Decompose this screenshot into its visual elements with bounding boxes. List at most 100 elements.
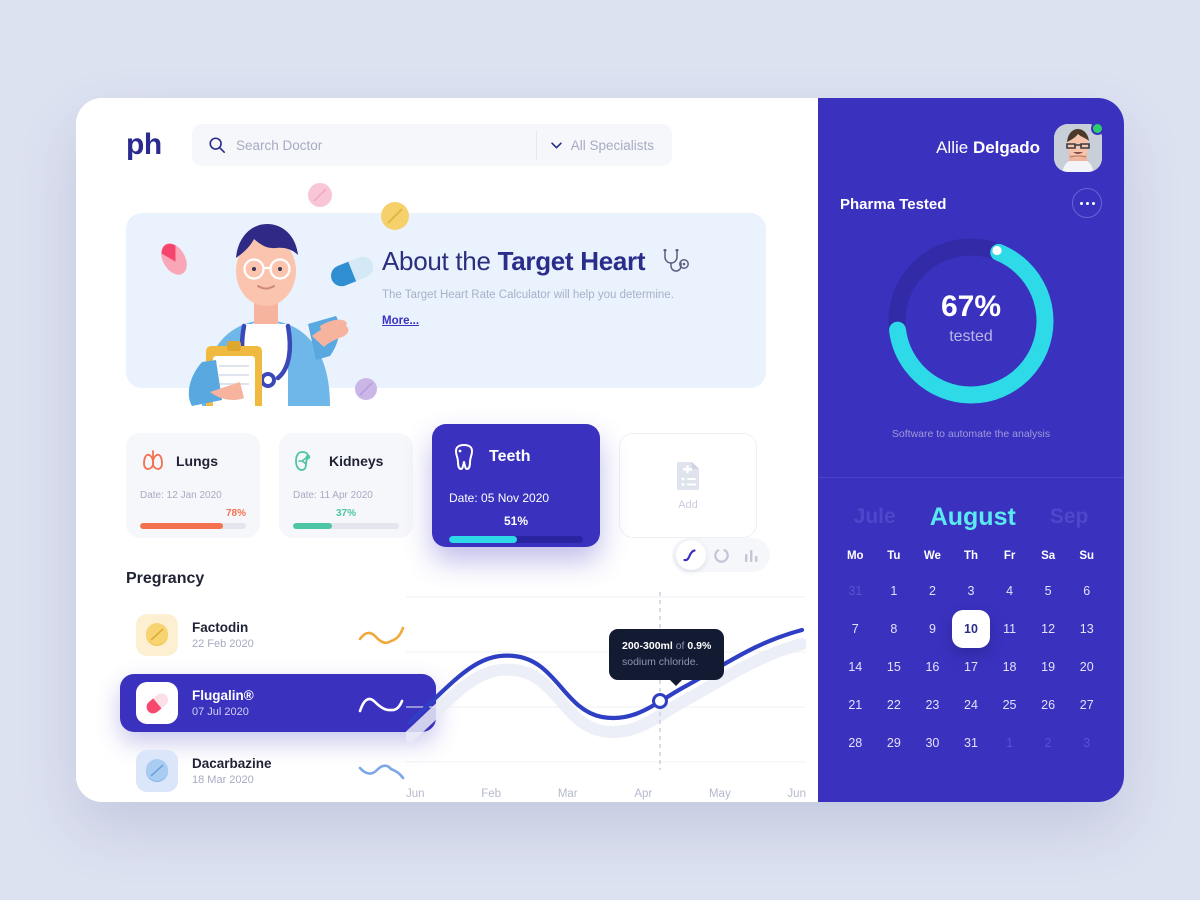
list-item-medication[interactable]: Factodin 22 Feb 2020 <box>120 606 436 664</box>
user-name: Allie Delgado <box>936 138 1040 158</box>
month-prev[interactable]: Jule <box>854 505 896 529</box>
medication-meta: Flugalin® 07 Jul 2020 <box>192 688 344 718</box>
calendar-day[interactable]: 24 <box>952 686 991 724</box>
calendar-day[interactable]: 1 <box>875 572 914 610</box>
search-bar[interactable]: All Specialists <box>192 124 672 166</box>
search-input[interactable] <box>236 137 536 153</box>
calendar-day[interactable]: 23 <box>913 686 952 724</box>
calendar-day-number: 8 <box>890 622 898 636</box>
calendar-day[interactable]: 20 <box>1067 648 1106 686</box>
calendar-day-number: 3 <box>1083 736 1091 750</box>
user-profile[interactable]: Allie Delgado <box>936 122 1104 172</box>
calendar-day[interactable]: 22 <box>875 686 914 724</box>
calendar-day[interactable]: 2 <box>1029 724 1068 762</box>
calendar-day[interactable]: 19 <box>1029 648 1068 686</box>
panel-section-title: Pharma Tested <box>840 196 947 213</box>
calendar-day[interactable]: 29 <box>875 724 914 762</box>
app-logo[interactable]: ph <box>126 128 162 162</box>
list-item-medication[interactable]: Dacarbazine 18 Mar 2020 <box>120 742 436 800</box>
calendar-day[interactable]: 5 <box>1029 572 1068 610</box>
calendar-day-number: 31 <box>964 736 978 750</box>
medication-name: Dacarbazine <box>192 756 272 771</box>
weekday-label: Fr <box>1003 550 1016 562</box>
health-cards: Lungs Date: 12 Jan 2020 78% Kidneys Date… <box>126 424 757 547</box>
medical-document-icon <box>677 462 699 490</box>
more-options-button[interactable] <box>1072 188 1102 218</box>
calendar-day[interactable]: 13 <box>1067 610 1106 648</box>
calendar-day[interactable]: 1 <box>990 724 1029 762</box>
calendar-day-number: 23 <box>925 698 940 712</box>
calendar-day[interactable]: 21 <box>836 686 875 724</box>
calendar-day[interactable]: 17 <box>952 648 991 686</box>
medication-date: 22 Feb 2020 <box>192 638 254 650</box>
month-current[interactable]: August <box>930 503 1016 532</box>
month-next[interactable]: Sep <box>1050 505 1089 529</box>
add-card-button[interactable]: Add <box>619 433 757 538</box>
calendar-day[interactable]: 11 <box>990 610 1029 648</box>
calendar-day[interactable]: 14 <box>836 648 875 686</box>
x-tick: Jun <box>787 788 806 800</box>
dosage-line-chart[interactable] <box>406 590 806 780</box>
search-icon <box>209 137 226 154</box>
calendar-day[interactable]: 4 <box>990 572 1029 610</box>
calendar-day-number: 4 <box>1006 584 1014 598</box>
calendar-day[interactable]: 31 <box>952 724 991 762</box>
calendar-day-number: 13 <box>1079 622 1094 636</box>
calendar-day[interactable]: 26 <box>1029 686 1068 724</box>
chart-x-axis: Jun Feb Mar Apr May Jun <box>406 788 806 800</box>
user-first-name: Allie <box>936 138 969 157</box>
weekday-label: Th <box>963 550 979 562</box>
pill-icon <box>146 759 168 782</box>
calendar-day[interactable]: 2 <box>913 572 952 610</box>
toggle-bar-chart[interactable] <box>736 540 766 570</box>
card-percent: 78% <box>225 508 246 519</box>
calendar-day-number: 14 <box>848 660 863 674</box>
health-card-teeth[interactable]: Teeth Date: 05 Nov 2020 51% <box>432 424 600 547</box>
calendar-day[interactable]: 9 <box>913 610 952 648</box>
calendar-day[interactable]: 25 <box>990 686 1029 724</box>
calendar-day[interactable]: 30 <box>913 724 952 762</box>
gauge-value: 67% <box>940 290 1002 323</box>
card-percent: 37% <box>335 508 356 519</box>
calendar-day[interactable]: 28 <box>836 724 875 762</box>
toggle-donut-chart[interactable] <box>706 540 736 570</box>
calendar-day[interactable]: 6 <box>1067 572 1106 610</box>
progress-track <box>140 523 246 529</box>
health-card-kidneys[interactable]: Kidneys Date: 11 Apr 2020 37% <box>279 433 413 538</box>
weekday-label: Sa <box>1041 550 1056 562</box>
medication-list: Factodin 22 Feb 2020 Flugalin® 07 Jul 20… <box>120 606 436 802</box>
specialists-dropdown[interactable]: All Specialists <box>537 124 672 166</box>
health-card-lungs[interactable]: Lungs Date: 12 Jan 2020 78% <box>126 433 260 538</box>
calendar-day[interactable]: 12 <box>1029 610 1068 648</box>
online-status-dot <box>1091 122 1104 135</box>
dot <box>1091 201 1095 205</box>
calendar-day[interactable]: 27 <box>1067 686 1106 724</box>
chart-type-toggle-group[interactable] <box>672 538 770 572</box>
month-selector: Jule August Sep <box>818 486 1124 548</box>
bar-chart-icon <box>744 549 757 562</box>
list-item-medication-selected[interactable]: Flugalin® 07 Jul 2020 <box>120 674 436 732</box>
calendar-day[interactable]: 18 <box>990 648 1029 686</box>
medication-meta: Dacarbazine 18 Mar 2020 <box>192 756 344 786</box>
specialists-label: All Specialists <box>570 137 654 153</box>
calendar-day[interactable]: 31 <box>836 572 875 610</box>
side-panel: Allie Delgado Pharma Tested 67% tested S… <box>818 98 1124 802</box>
card-date: Date: 11 Apr 2020 <box>293 490 373 501</box>
avatar-wrapper[interactable] <box>1054 122 1104 172</box>
calendar-day[interactable]: 3 <box>1067 724 1106 762</box>
card-date: Date: 05 Nov 2020 <box>449 491 550 505</box>
calendar-day-number: 7 <box>851 622 859 636</box>
calendar-day-number: 5 <box>1044 584 1052 598</box>
medication-name: Factodin <box>192 620 249 635</box>
calendar-day-selected[interactable]: 10 <box>951 610 991 648</box>
pharma-tested-section: Allie Delgado Pharma Tested 67% tested S… <box>818 98 1124 478</box>
toggle-line-chart[interactable] <box>676 540 706 570</box>
pill-icon <box>146 623 168 646</box>
calendar-day[interactable]: 8 <box>875 610 914 648</box>
calendar-day[interactable]: 16 <box>913 648 952 686</box>
calendar-day[interactable]: 3 <box>952 572 991 610</box>
calendar-day[interactable]: 7 <box>836 610 875 648</box>
calendar-grid: 31 1 2 3 4 5 6 7 8 9 10 11 12 13 14 15 16 17 18 19 20 21 22 23 2… <box>818 572 1124 762</box>
calendar-day[interactable]: 15 <box>875 648 914 686</box>
calendar-day-number: 3 <box>967 584 975 598</box>
